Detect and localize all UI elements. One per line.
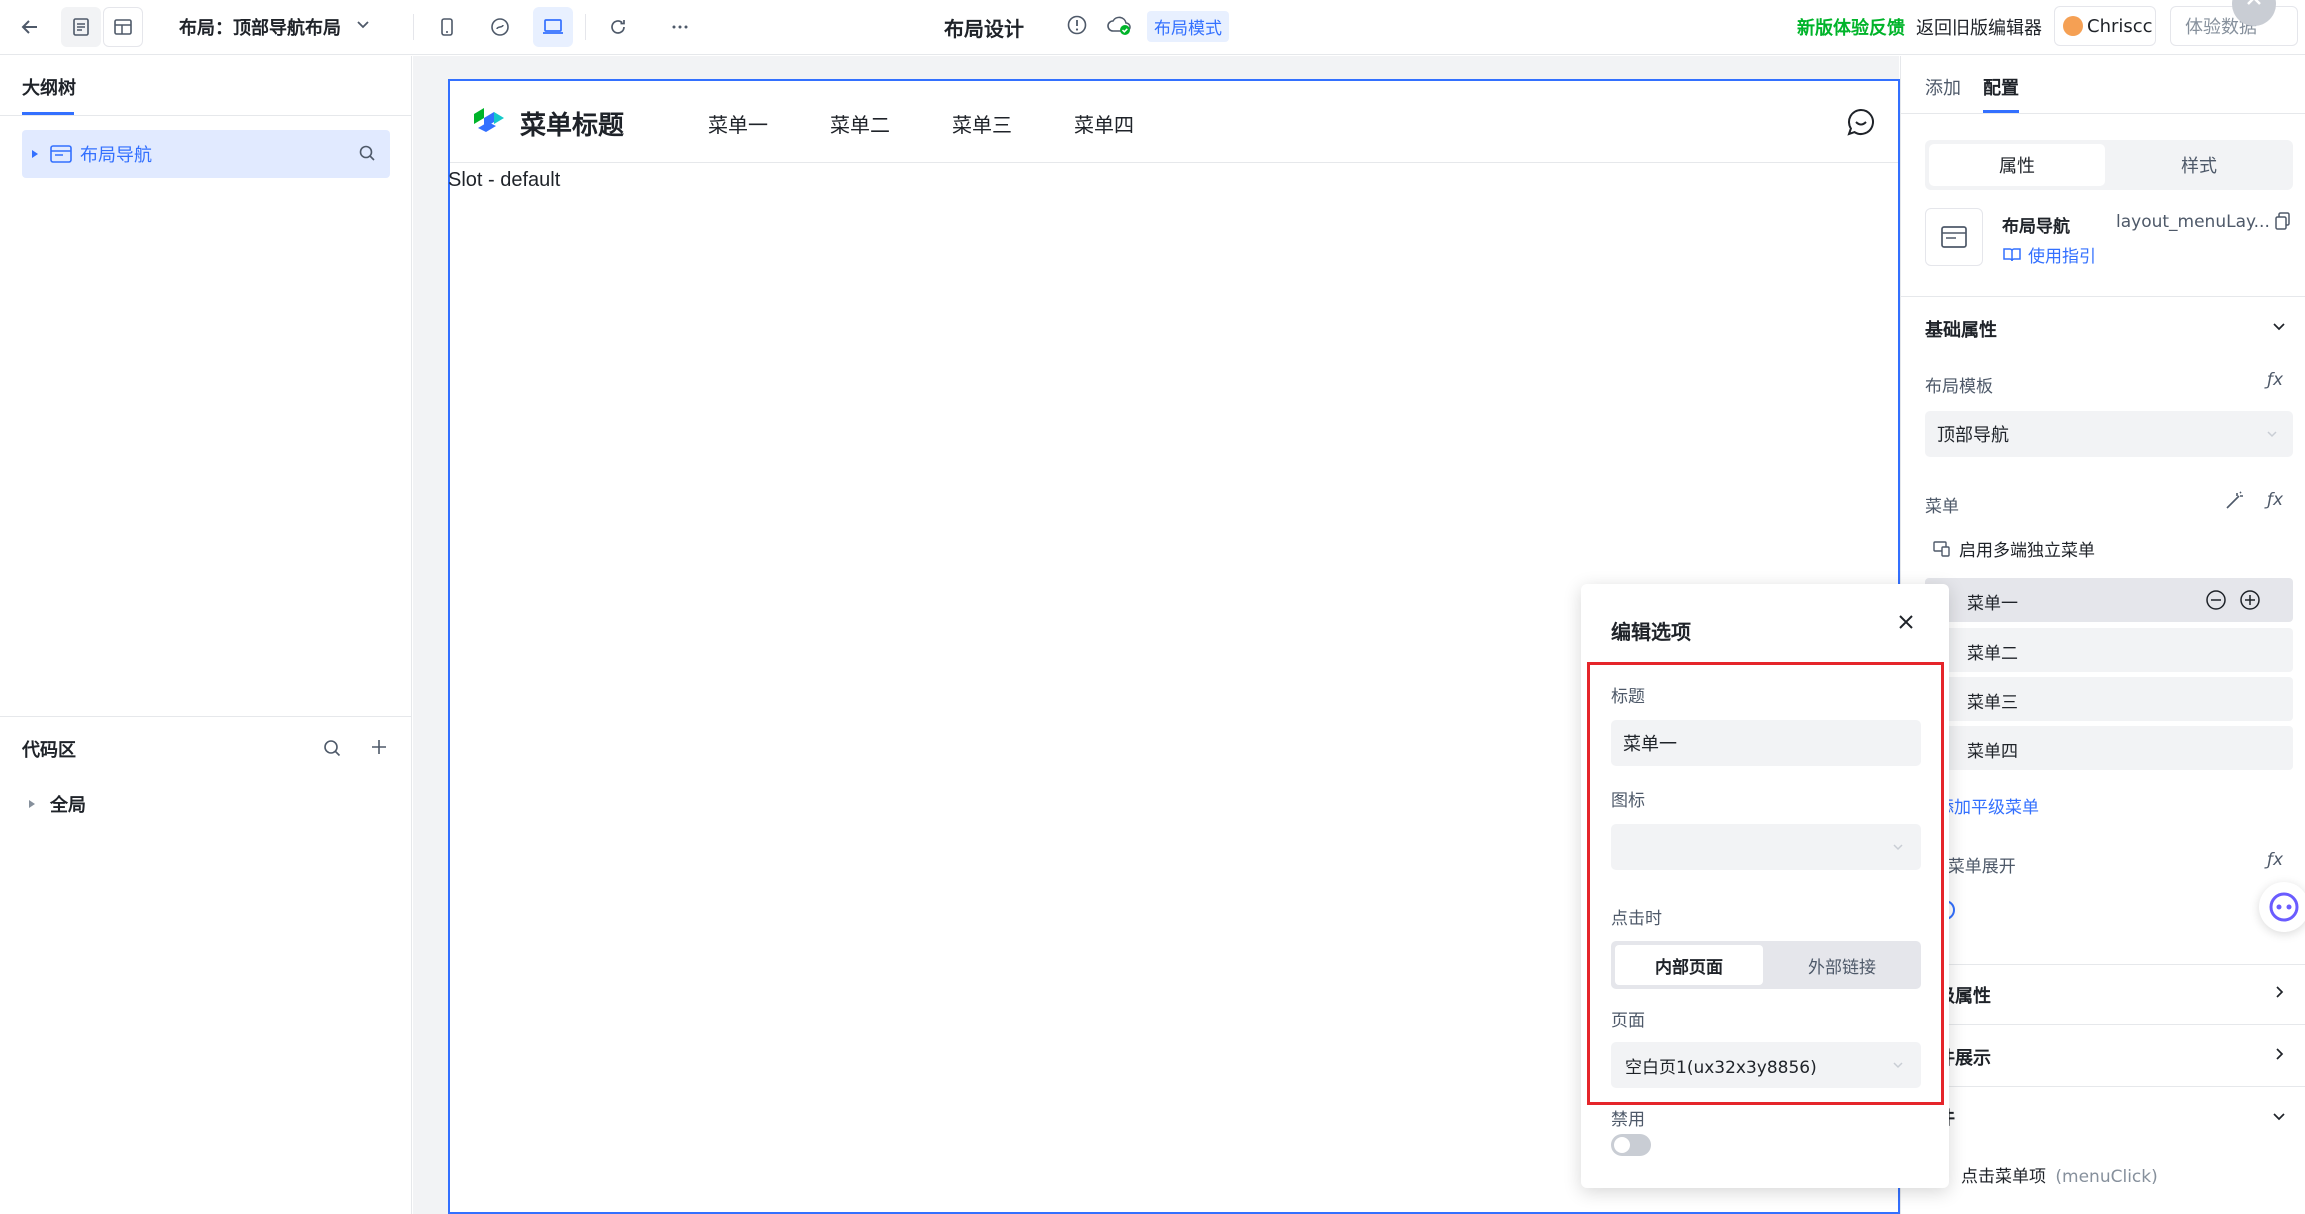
layout-title[interactable]: 布局：顶部导航布局 xyxy=(179,14,341,40)
brand-logo-icon xyxy=(472,106,506,136)
top-nav-bar: 菜单标题 菜单一 菜单二 菜单三 菜单四 xyxy=(450,81,1898,163)
component-icon xyxy=(1925,208,1983,266)
caret-right-icon xyxy=(32,150,38,158)
left-panel: 大纲树 布局导航 代码区 全局 xyxy=(0,56,412,1214)
nav-menu-item[interactable]: 菜单三 xyxy=(952,109,1012,138)
page-icon[interactable] xyxy=(61,7,101,47)
layout-icon[interactable] xyxy=(103,7,143,47)
search-icon[interactable] xyxy=(358,144,376,162)
tree-item-label: 布局导航 xyxy=(80,145,152,166)
nav-menu-item[interactable]: 菜单二 xyxy=(830,109,890,138)
chevron-down-icon xyxy=(2267,431,2277,438)
menu-list-item[interactable]: 菜单一 xyxy=(1925,578,2293,622)
brand-title: 菜单标题 xyxy=(520,111,625,141)
add-sibling-menu-link[interactable]: 添加平级菜单 xyxy=(1937,793,2039,818)
tab-config[interactable]: 配置 xyxy=(1983,74,2019,100)
add-circle-icon[interactable] xyxy=(2239,589,2261,611)
seg-style[interactable]: 样式 xyxy=(2109,144,2289,186)
code-tree-item[interactable]: 全局 xyxy=(28,791,86,817)
tree-item-layout-nav[interactable]: 布局导航 xyxy=(22,130,390,178)
book-icon xyxy=(2003,247,2021,261)
refresh-icon[interactable] xyxy=(598,7,638,47)
component-name: 布局导航 xyxy=(2002,217,2070,237)
disable-label: 禁用 xyxy=(1611,1110,1645,1130)
copy-icon[interactable] xyxy=(2275,212,2291,230)
fx-icon[interactable]: ƒx xyxy=(2267,490,2283,510)
desktop-icon[interactable] xyxy=(533,7,573,47)
section-basic[interactable]: 基础属性 xyxy=(1925,316,1997,342)
assistant-bot-icon[interactable] xyxy=(2259,882,2305,932)
more-icon[interactable] xyxy=(660,7,700,47)
seg-props[interactable]: 属性 xyxy=(1929,144,2105,186)
template-select[interactable]: 顶部导航 xyxy=(1925,411,2293,457)
segmented-control: 属性 样式 xyxy=(1925,140,2293,190)
component-id: layout_menuLay... xyxy=(2116,212,2270,232)
chevron-down-icon[interactable] xyxy=(354,15,372,33)
menu-list-item[interactable]: 菜单四 xyxy=(1925,726,2293,770)
slot-placeholder: Slot - default xyxy=(448,169,561,191)
chevron-down-icon[interactable] xyxy=(2271,1108,2287,1124)
nav-menu-item[interactable]: 菜单一 xyxy=(708,109,768,138)
feedback-link[interactable]: 新版体验反馈 xyxy=(1797,14,1905,40)
menu-list-item[interactable]: 菜单三 xyxy=(1925,677,2293,721)
tab-add[interactable]: 添加 xyxy=(1925,74,1961,100)
menu-label: 菜单 xyxy=(1925,497,1959,517)
remove-icon[interactable] xyxy=(2205,589,2227,611)
highlight-box xyxy=(1587,662,1944,1105)
close-icon[interactable] xyxy=(1898,614,1914,630)
miniprogram-icon[interactable] xyxy=(480,7,520,47)
chevron-down-icon[interactable] xyxy=(2271,318,2287,334)
disable-toggle[interactable] xyxy=(1611,1134,1651,1156)
fx-icon[interactable]: ƒx xyxy=(2267,370,2283,390)
avatar xyxy=(2063,16,2083,36)
close-circle-icon[interactable] xyxy=(2232,0,2276,26)
user-name: Chriscc xyxy=(2087,15,2153,37)
devices-icon xyxy=(1933,540,1950,557)
guide-link[interactable]: 使用指引 xyxy=(2002,242,2096,267)
code-area-title: 代码区 xyxy=(22,740,76,761)
caret-right-icon xyxy=(29,800,35,808)
menu-list-item[interactable]: 菜单二 xyxy=(1925,628,2293,672)
chevron-right-icon[interactable] xyxy=(2273,984,2287,1000)
event-item[interactable]: 点击菜单项 (menuClick) xyxy=(1961,1162,2158,1187)
nav-menu-item[interactable]: 菜单四 xyxy=(1074,109,1134,138)
magic-wand-icon[interactable] xyxy=(2223,490,2245,512)
layout-nav-icon xyxy=(50,145,72,163)
search-icon[interactable] xyxy=(322,738,342,758)
back-arrow-icon[interactable] xyxy=(10,7,50,47)
chat-icon[interactable] xyxy=(1846,107,1876,137)
fx-icon[interactable]: ƒx xyxy=(2267,850,2283,870)
top-toolbar: 布局：顶部导航布局 布局设计 布局模式 新版体验反馈 返回旧版编辑器 Chris… xyxy=(0,0,2305,55)
mobile-icon[interactable] xyxy=(427,7,467,47)
center-title: 布局设计 xyxy=(944,17,1024,41)
chevron-right-icon[interactable] xyxy=(2273,1046,2287,1062)
mode-badge[interactable]: 布局模式 xyxy=(1147,11,1229,42)
add-icon[interactable] xyxy=(370,738,388,756)
popup-title: 编辑选项 xyxy=(1611,620,1691,644)
right-panel: 添加 配置 属性 样式 布局导航 layout_menuLay... 使用指引 … xyxy=(1900,56,2305,1214)
template-label: 布局模板 xyxy=(1925,377,1993,397)
info-icon[interactable] xyxy=(1066,14,1088,36)
multi-menu-option[interactable]: 启用多端独立菜单 xyxy=(1933,536,2095,561)
tab-outline[interactable]: 大纲树 xyxy=(22,74,76,100)
back-old-editor-link[interactable]: 返回旧版编辑器 xyxy=(1916,14,2042,40)
user-menu[interactable]: Chriscc xyxy=(2054,6,2156,46)
cloud-saved-icon xyxy=(1106,14,1132,36)
